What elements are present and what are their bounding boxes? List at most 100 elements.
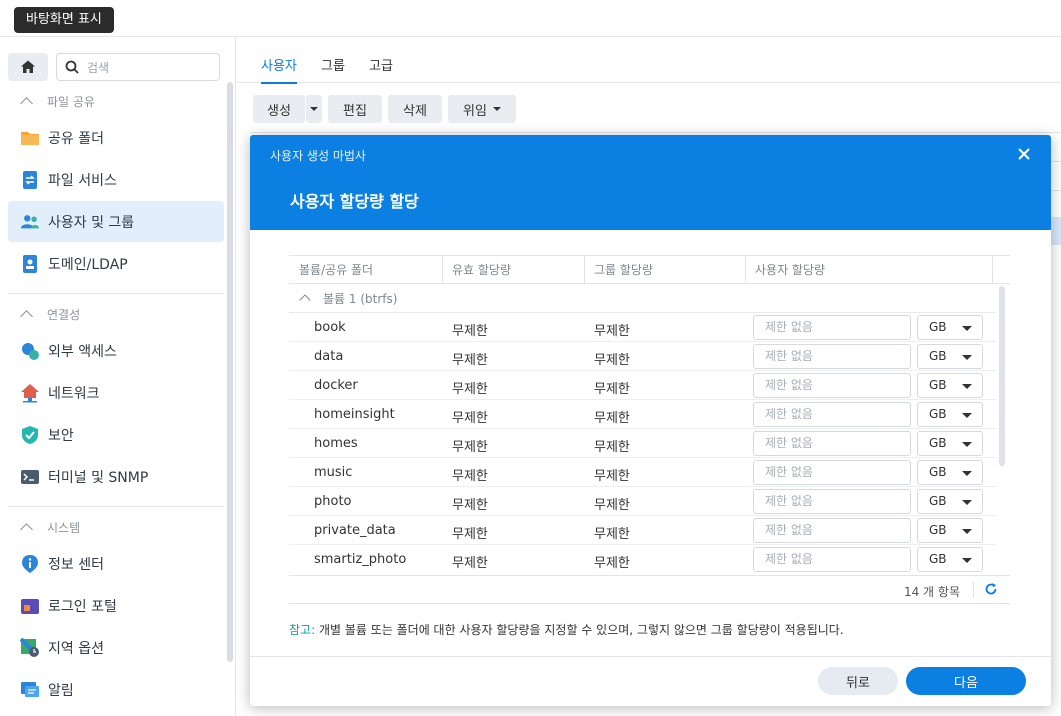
sidebar-item-users-groups[interactable]: 사용자 및 그룹	[8, 201, 224, 242]
tab-bar: 사용자 그룹 고급	[237, 37, 1061, 84]
chevron-up-icon	[20, 522, 33, 536]
unit-select[interactable]: GB	[917, 402, 983, 427]
close-icon[interactable]	[1017, 145, 1031, 166]
user-quota-input[interactable]: 제한 없음	[753, 460, 911, 485]
tab-groups[interactable]: 그룹	[321, 55, 345, 74]
sidebar-item-security[interactable]: 보안	[8, 414, 224, 455]
file-services-icon	[20, 170, 40, 190]
create-user-wizard-dialog: 사용자 생성 마법사 사용자 할당량 할당 볼륨/공유 폴더 유효 할당량 그룹…	[250, 135, 1051, 706]
sidebar-item-domain-ldap[interactable]: 도메인/LDAP	[8, 243, 224, 284]
unit-select[interactable]: GB	[917, 518, 983, 543]
folder-icon	[20, 128, 40, 148]
volume-group-row[interactable]: 볼륨 1 (btrfs)	[289, 284, 996, 313]
login-portal-icon	[20, 596, 40, 616]
sidebar-item-external-access[interactable]: 외부 액세스	[8, 330, 224, 371]
section-connectivity[interactable]: 연결성	[20, 304, 80, 324]
note-body: 개별 볼륨 또는 폴더에 대한 사용자 할당량을 지정할 수 있으며, 그렇지 …	[315, 623, 844, 637]
caret-down-icon	[962, 471, 972, 476]
create-dropdown-button[interactable]	[306, 95, 322, 123]
unit-select[interactable]: GB	[917, 431, 983, 456]
delegate-button[interactable]: 위임	[448, 95, 516, 123]
column-separator	[992, 256, 993, 284]
dialog-title: 사용자 할당량 할당	[290, 192, 419, 211]
user-quota-input[interactable]: 제한 없음	[753, 315, 911, 340]
external-access-icon	[20, 341, 40, 361]
sidebar-item-regional-options[interactable]: 지역 옵션	[8, 627, 224, 668]
home-button[interactable]	[8, 53, 48, 81]
item-count: 14 개 항목	[903, 585, 960, 599]
caret-down-icon	[492, 107, 501, 111]
table-row: smartiz_photo 무제한 무제한 제한 없음 GB	[289, 545, 996, 574]
sidebar-divider	[8, 293, 224, 294]
chevron-up-icon	[20, 309, 33, 323]
user-quota-input[interactable]: 제한 없음	[753, 402, 911, 427]
sidebar-item-terminal-snmp[interactable]: 터미널 및 SNMP	[8, 456, 224, 497]
unit-select[interactable]: GB	[917, 344, 983, 369]
table-row: music 무제한 무제한 제한 없음 GB	[289, 458, 996, 487]
chevron-up-icon	[299, 294, 311, 306]
sidebar-item-network[interactable]: 네트워크	[8, 372, 224, 413]
user-quota-input[interactable]: 제한 없음	[753, 373, 911, 398]
table-row: book 무제한 무제한 제한 없음 GB	[289, 313, 996, 342]
edit-button[interactable]: 편집	[328, 95, 382, 123]
next-button[interactable]: 다음	[906, 667, 1026, 695]
sidebar-item-info-center[interactable]: 정보 센터	[8, 543, 224, 584]
unit-select[interactable]: GB	[917, 460, 983, 485]
sidebar-item-notification[interactable]: 알림	[8, 669, 224, 710]
tab-advanced[interactable]: 고급	[369, 55, 393, 74]
caret-down-icon	[310, 107, 318, 111]
network-icon	[20, 383, 40, 403]
home-icon	[21, 60, 35, 73]
dialog-caption: 사용자 생성 마법사	[270, 149, 366, 163]
section-system[interactable]: 시스템	[20, 517, 80, 537]
column-header[interactable]: 사용자 할당량	[745, 256, 825, 284]
note-key: 참고:	[289, 623, 316, 637]
search-icon	[65, 60, 79, 74]
sidebar-item-shared-folder[interactable]: 공유 폴더	[8, 117, 224, 158]
caret-down-icon	[962, 529, 972, 534]
selected-row-strip	[1050, 217, 1061, 245]
info-icon	[20, 554, 40, 574]
delete-button[interactable]: 삭제	[388, 95, 442, 123]
column-header[interactable]: 볼륨/공유 폴더	[289, 256, 373, 284]
user-quota-input[interactable]: 제한 없음	[753, 547, 911, 572]
caret-down-icon	[962, 558, 972, 563]
user-quota-input[interactable]: 제한 없음	[753, 489, 911, 514]
user-quota-input[interactable]: 제한 없음	[753, 344, 911, 369]
table-row: private_data 무제한 무제한 제한 없음 GB	[289, 516, 996, 545]
caret-down-icon	[962, 384, 972, 389]
footer-divider	[250, 656, 1051, 657]
tab-users[interactable]: 사용자	[261, 55, 297, 84]
domain-icon	[20, 254, 40, 274]
back-button[interactable]: 뒤로	[818, 667, 898, 695]
region-icon	[20, 637, 40, 658]
table-row: homes 무제한 무제한 제한 없음 GB	[289, 429, 996, 458]
unit-select[interactable]: GB	[917, 373, 983, 398]
caret-down-icon	[962, 500, 972, 505]
caret-down-icon	[962, 442, 972, 447]
table-row: homeinsight 무제한 무제한 제한 없음 GB	[289, 400, 996, 429]
sidebar-item-file-services[interactable]: 파일 서비스	[8, 159, 224, 200]
users-icon	[20, 212, 40, 232]
refresh-icon[interactable]	[984, 582, 998, 600]
search-input[interactable]: 검색	[56, 53, 220, 81]
search-placeholder: 검색	[87, 60, 110, 75]
unit-select[interactable]: GB	[917, 315, 983, 340]
table-scrollbar[interactable]	[999, 286, 1005, 466]
create-button[interactable]: 생성	[253, 95, 305, 123]
sidebar-scrollbar[interactable]	[227, 82, 233, 662]
unit-select[interactable]: GB	[917, 489, 983, 514]
note-text: 참고: 개별 볼륨 또는 폴더에 대한 사용자 할당량을 지정할 수 있으며, …	[289, 621, 844, 638]
table-row: data 무제한 무제한 제한 없음 GB	[289, 342, 996, 371]
column-header[interactable]: 그룹 할당량	[584, 256, 653, 284]
show-desktop-tooltip: 바탕화면 표시	[14, 7, 114, 33]
unit-select[interactable]: GB	[917, 547, 983, 572]
notification-icon	[20, 680, 40, 700]
user-quota-input[interactable]: 제한 없음	[753, 431, 911, 456]
user-quota-input[interactable]: 제한 없음	[753, 518, 911, 543]
sidebar-item-login-portal[interactable]: 로그인 포털	[8, 585, 224, 626]
table-row: docker 무제한 무제한 제한 없음 GB	[289, 371, 996, 400]
footer-separator	[973, 582, 974, 598]
section-file-sharing[interactable]: 파일 공유	[20, 91, 95, 111]
column-header[interactable]: 유효 할당량	[442, 256, 511, 284]
